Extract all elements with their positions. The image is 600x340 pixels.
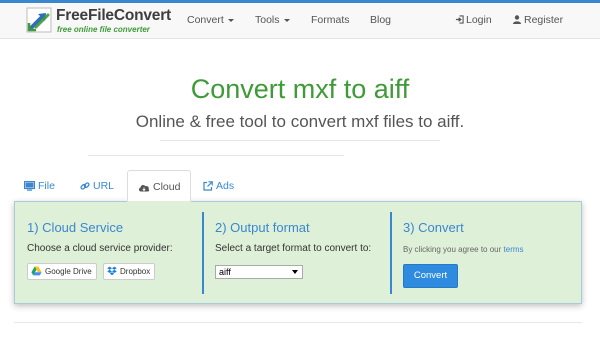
format-select-value: aiff [219, 267, 231, 277]
navbar: FreeFileConvert free online file convert… [0, 3, 600, 39]
login-icon [455, 15, 464, 24]
convert-button[interactable]: Convert [403, 264, 458, 288]
login-link[interactable]: Login [455, 14, 492, 26]
step2-heading: 2) Output format [215, 220, 310, 235]
logo-arrows-icon [26, 7, 52, 33]
conversion-panel: 1) Cloud Service Choose a cloud service … [14, 201, 582, 304]
dropbox-label: Dropbox [120, 267, 151, 276]
tab-ads[interactable]: Ads [203, 170, 234, 202]
terms-link[interactable]: terms [504, 245, 524, 254]
nav-formats[interactable]: Formats [311, 14, 350, 26]
source-tabs: File URL Cloud Ads [14, 170, 582, 202]
terms-agreement: By clicking you agree to our terms [403, 245, 524, 254]
select-arrow-icon [292, 270, 298, 274]
nav-convert[interactable]: Convert [187, 14, 234, 26]
tab-file[interactable]: File [23, 170, 55, 202]
tab-file-label: File [38, 180, 55, 192]
tab-cloud-label: Cloud [153, 181, 181, 193]
step-cloud-service: 1) Cloud Service Choose a cloud service … [27, 202, 202, 303]
divider [160, 140, 440, 141]
nav-blog[interactable]: Blog [370, 14, 391, 26]
step3-heading: 3) Convert [403, 220, 464, 235]
monitor-icon [23, 180, 36, 191]
user-icon [513, 15, 521, 24]
step1-heading: 1) Cloud Service [27, 220, 124, 235]
link-icon [80, 182, 90, 190]
logo[interactable]: FreeFileConvert free online file convert… [26, 6, 191, 36]
step-output-format: 2) Output format Select a target format … [215, 202, 390, 303]
step-convert: 3) Convert By clicking you agree to our … [403, 202, 573, 303]
google-drive-icon [31, 266, 42, 276]
terms-agreement-text: By clicking you agree to our [403, 245, 502, 254]
column-divider [202, 212, 204, 294]
register-link[interactable]: Register [513, 14, 563, 26]
google-drive-button[interactable]: Google Drive [27, 263, 97, 280]
page-subtitle: Online & free tool to convert mxf files … [135, 112, 465, 131]
cloud-icon [138, 184, 150, 192]
dropbox-button[interactable]: Dropbox [103, 263, 156, 280]
nav-tools[interactable]: Tools [255, 14, 290, 26]
divider [14, 322, 582, 323]
tab-cloud[interactable]: Cloud [127, 170, 192, 202]
login-label: Login [466, 14, 492, 26]
nav-convert-label: Convert [187, 14, 224, 26]
caret-down-icon [283, 18, 290, 22]
nav-tools-label: Tools [255, 14, 280, 26]
format-select[interactable]: aiff [215, 265, 303, 279]
register-label: Register [524, 14, 564, 26]
page-title: Convert mxf to aiff [190, 74, 410, 104]
external-link-icon [203, 181, 213, 191]
caret-down-icon [227, 18, 234, 22]
divider [88, 155, 344, 156]
brand-tagline: free online file converter [57, 25, 150, 34]
step1-instruction: Choose a cloud service provider: [27, 243, 173, 254]
google-drive-label: Google Drive [45, 267, 92, 276]
step2-instruction: Select a target format to convert to: [215, 243, 372, 254]
brand-name: FreeFileConvert [56, 7, 172, 24]
tab-url-label: URL [93, 180, 115, 192]
column-divider [390, 212, 392, 294]
dropbox-icon [107, 266, 117, 276]
tab-url[interactable]: URL [80, 170, 114, 202]
tab-ads-label: Ads [216, 180, 235, 192]
